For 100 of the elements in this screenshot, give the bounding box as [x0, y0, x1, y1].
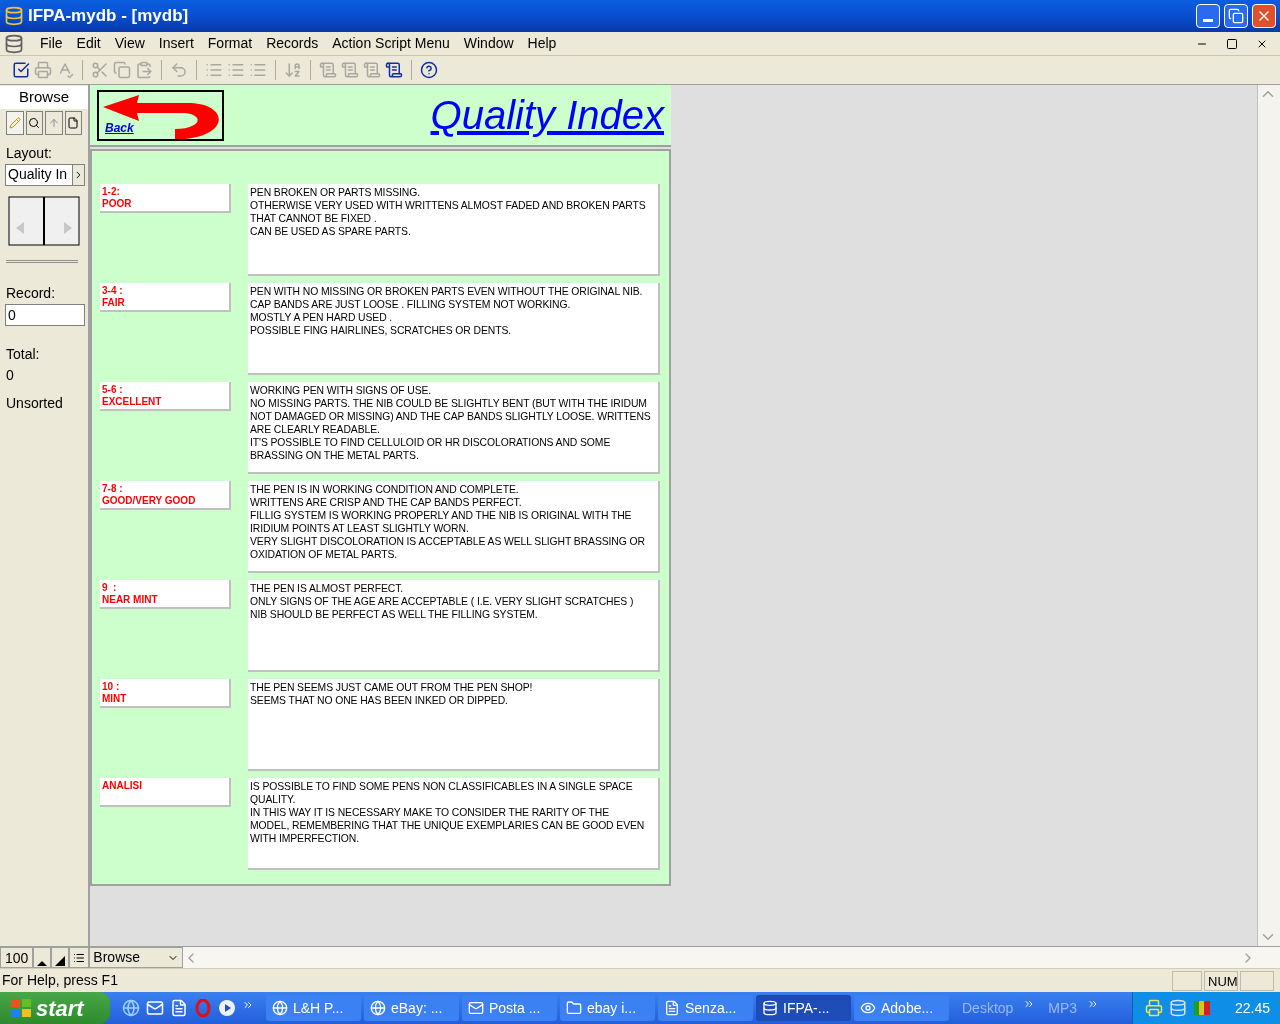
large-triangle-icon: [54, 955, 67, 967]
description-line: IS POSSIBLE TO FIND SOME PENS NON CLASSIFICABLES IN A SINGLE SPACE: [250, 780, 634, 793]
status-area-toggle[interactable]: [69, 947, 90, 968]
menu-item[interactable]: File: [34, 33, 69, 54]
taskbar-button[interactable]: IFPA-...: [756, 995, 851, 1021]
description-line: SEEMS THAT NO ONE HAS BEEN INKED OR DIPPED.: [250, 694, 509, 707]
score-range: 1-2:: [102, 186, 121, 198]
eye-icon: [860, 1000, 876, 1016]
grade-name: FAIR: [102, 297, 126, 309]
description-line: CAN BE USED AS SPARE PARTS.: [250, 225, 412, 238]
preview-mode-button[interactable]: [64, 110, 82, 135]
description-line: NO MISSING PARTS. THE NIB COULD BE SLIGHTLY BENT (BUT WITH THE IRIDUM: [250, 397, 648, 410]
zoom-out-button[interactable]: [33, 947, 52, 968]
score-range: 3-4 :: [102, 285, 124, 297]
clock: 22.45: [1234, 998, 1270, 1018]
description-line: THAT CANNOT BE FIXED .: [250, 212, 378, 225]
taskbar-button[interactable]: Adobe...: [854, 995, 949, 1021]
printer-icon[interactable]: [1144, 999, 1163, 1017]
description-line: OXIDATION OF METAL PARTS.: [250, 548, 399, 561]
description-line: NOT DAMAGED OR MISSING) AND THE CAP BANDS SLIGHTLY LOOSE. WRITTENS: [250, 410, 652, 423]
grade-name: MINT: [102, 693, 128, 705]
menu-item[interactable]: Window: [457, 33, 520, 54]
mail-icon: [468, 1000, 484, 1016]
layout-label: Layout:: [6, 143, 53, 163]
taskbar-button[interactable]: eBay: ...: [364, 995, 459, 1021]
menu-item[interactable]: Action Script Menu: [326, 33, 456, 54]
menu-item[interactable]: Records: [260, 33, 325, 54]
close-button[interactable]: [1252, 4, 1276, 28]
description-line: FILLIG SYSTEM IS WORKING PROPERLY AND THE NIB IS ORIGINAL WITH THE: [250, 509, 633, 522]
description-line: MODEL, REMEMBERING THAT THE UNIQUE EXEMPLARIES CAN BE GOOD EVEN: [250, 819, 646, 832]
opera-icon[interactable]: [194, 999, 212, 1017]
menu-item[interactable]: View: [108, 33, 151, 54]
description-line: ONLY SIGNS OF THE AGE ARE ACCEPTABLE ( I.E. VERY SLIGHT SCRATCHES ): [250, 595, 635, 608]
pencil-icon: [8, 116, 21, 129]
horizontal-scrollbar[interactable]: [183, 947, 1280, 968]
sort-status: Unsorted: [6, 393, 64, 413]
description-line: OTHERWISE VERY USED WITH WRITTENS ALMOST FADED AND BROKEN PARTS: [250, 199, 647, 212]
script-icon[interactable]: [385, 61, 403, 79]
description-line: MOSTLY A PEN HARD USED .: [250, 311, 394, 324]
grade-name: NEAR MINT: [102, 594, 159, 606]
minimize-button[interactable]: [1196, 4, 1220, 28]
book-icon[interactable]: [8, 195, 80, 246]
description-line: WRITTENS ARE CRISP AND THE CAP BANDS PERFECT.: [250, 496, 523, 509]
globe-icon: [272, 1000, 288, 1016]
search-icon: [28, 116, 41, 129]
browse-mode-button[interactable]: [6, 110, 24, 135]
description-line: THE PEN IS IN WORKING CONDITION AND COMPLETE.: [250, 483, 520, 496]
description-line: ARE CLEARLY READABLE.: [250, 423, 381, 436]
arrow-up-icon: [47, 116, 60, 129]
checkbox-icon[interactable]: [12, 61, 30, 79]
find-mode-button[interactable]: [25, 110, 43, 135]
taskbar-button[interactable]: Senza...: [658, 995, 753, 1021]
mode-dropdown[interactable]: Browse: [89, 947, 184, 968]
status-cell: [1240, 970, 1274, 991]
more-icon[interactable]: [242, 999, 254, 1011]
zoom-in-button[interactable]: [51, 947, 70, 968]
restore-icon[interactable]: [1226, 37, 1238, 50]
restore-icon: [1228, 8, 1244, 24]
start-button[interactable]: start: [0, 992, 110, 1024]
mode-label: Browse: [0, 86, 88, 109]
panel-icon: [73, 951, 86, 964]
menu-item[interactable]: Help: [521, 33, 563, 54]
restore-button[interactable]: [1224, 4, 1248, 28]
score-range: 9 :: [102, 582, 118, 594]
taskbar-button[interactable]: L&H P...: [266, 995, 361, 1021]
taskbar-button[interactable]: ebay i...: [560, 995, 655, 1021]
description-line: WORKING PEN WITH SIGNS OF USE.: [250, 384, 433, 397]
score-range: 7-8 :: [102, 483, 124, 495]
windows-logo-icon: [10, 998, 32, 1018]
menu-item[interactable]: Edit: [70, 33, 107, 54]
flag-icon[interactable]: [1192, 999, 1211, 1017]
app-icon: [4, 6, 24, 26]
description-line: BRASSING ON THE METAL PARTS.: [250, 449, 420, 462]
media-player-icon[interactable]: [218, 999, 236, 1017]
num-lock-indicator: NUM: [1204, 970, 1238, 991]
description-line: THE PEN SEEMS JUST CAME OUT FROM THE PEN SHOP!: [250, 681, 534, 694]
vertical-scrollbar[interactable]: [1257, 85, 1280, 946]
grade-name: EXCELLENT: [102, 396, 163, 408]
description-line: QUALITY.: [250, 793, 297, 806]
layout-dropdown[interactable]: Quality In: [5, 163, 85, 186]
menu-item[interactable]: Insert: [152, 33, 200, 54]
window-title: IFPA-mydb - [mydb]: [28, 5, 189, 28]
taskbar-button[interactable]: Posta ...: [462, 995, 557, 1021]
mail-icon[interactable]: [146, 999, 164, 1017]
description-line: IT'S POSSIBLE TO FIND CELLULOID OR HR DISCOLORATIONS AND SOME: [250, 436, 612, 449]
menu-item[interactable]: Format: [201, 33, 259, 54]
status-cell: [1172, 970, 1202, 991]
description-line: WITH IMPERFECTION.: [250, 832, 361, 845]
description-line: PEN WITH NO MISSING OR BROKEN PARTS EVEN WITHOUT THE ORIGINAL NIB.: [250, 285, 644, 298]
grade-name: POOR: [102, 198, 133, 210]
zoom-level: 100: [0, 947, 34, 968]
description-line: IRIDIUM POINTS AT LEAST SLIGHTLY WORN.: [250, 522, 470, 535]
description-line: POSSIBLE FING HAIRLINES, SCRATCHES OR DENTS.: [250, 324, 512, 337]
record-field[interactable]: 0: [5, 303, 85, 326]
record-label: Record:: [6, 283, 57, 303]
description-line: IN THIS WAY IT IS NECESSARY MAKE TO CONSIDER THE RARITY OF THE: [250, 806, 611, 819]
description-line: NIB SHOULD BE PERFECT AS WELL THE FILLING SYSTEM.: [250, 608, 539, 621]
back-button[interactable]: Back: [97, 89, 224, 141]
description-line: VERY SLIGHT DISCOLORATION IS ACCEPTABLE AS WELL SLIGHT BRASSING OR: [250, 535, 646, 548]
help-icon[interactable]: [420, 61, 438, 79]
